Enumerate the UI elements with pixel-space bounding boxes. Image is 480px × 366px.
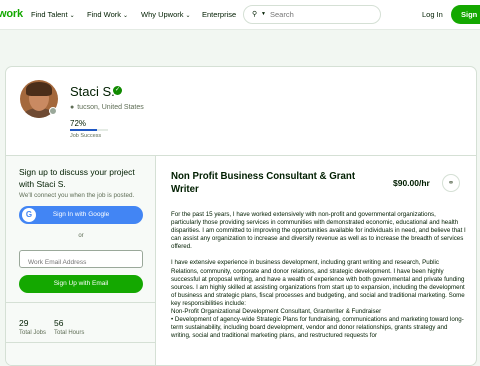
upwork-logo[interactable]: work xyxy=(0,8,23,20)
description-paragraph: For the past 15 years, I have worked ext… xyxy=(171,211,466,251)
signup-button[interactable]: Sign xyxy=(451,5,480,24)
chevron-down-icon[interactable]: ▼ xyxy=(261,11,266,17)
job-description: For the past 15 years, I have worked ext… xyxy=(171,211,467,340)
nav-find-talent[interactable]: Find Talent ⌄ xyxy=(31,10,75,19)
total-hours-label: Total Hours xyxy=(54,330,85,336)
signup-panel: Sign up to discuss your project with Sta… xyxy=(6,156,156,365)
description-line: Non-Profit Organizational Development Co… xyxy=(171,308,382,316)
chevron-down-icon: ⌄ xyxy=(123,13,129,19)
avatar-hair xyxy=(26,82,52,96)
location-pin-icon: ● xyxy=(70,104,75,111)
email-field-wrapper xyxy=(19,250,143,271)
job-success-label: Job Success xyxy=(70,133,102,139)
nav-enterprise[interactable]: Enterprise xyxy=(202,10,236,19)
job-success-value: 72% xyxy=(70,119,87,128)
nav-why-upwork-label: Why Upwork xyxy=(141,10,184,19)
nav-enterprise-label: Enterprise xyxy=(202,10,237,19)
search-input[interactable] xyxy=(270,7,370,22)
divider xyxy=(6,302,156,303)
location: ● tucson, United States xyxy=(70,104,144,111)
nav-find-talent-label: Find Talent xyxy=(31,10,68,19)
login-link[interactable]: Log In xyxy=(422,10,443,19)
total-jobs-value: 29 xyxy=(19,318,29,328)
total-jobs-label: Total Jobs xyxy=(19,330,47,336)
top-navigation: work Find Talent ⌄ Find Work ⌄ Why Upwork ⌄… xyxy=(0,0,480,30)
total-hours-value: 56 xyxy=(54,318,64,328)
email-field[interactable] xyxy=(20,254,142,271)
or-separator: or xyxy=(78,233,84,239)
description-paragraph: I have extensive experience in business … xyxy=(171,259,465,307)
nav-why-upwork[interactable]: Why Upwork ⌄ xyxy=(141,10,191,19)
signup-panel-subtitle: We'll connect you when the job is posted… xyxy=(19,192,135,199)
chevron-down-icon: ⌄ xyxy=(69,13,75,19)
freelancer-name: Staci S. xyxy=(70,84,115,99)
nav-find-work[interactable]: Find Work ⌄ xyxy=(87,10,128,19)
search-icon: ⚲ xyxy=(252,11,258,18)
job-title: Non Profit Business Consultant & Grant W… xyxy=(171,171,356,195)
nav-find-work-label: Find Work xyxy=(87,10,122,19)
description-bullet: • Development of agency-wide Strategic P… xyxy=(171,316,464,340)
verified-badge-icon: ✓ xyxy=(113,86,122,95)
job-success-bar-fill xyxy=(70,129,98,131)
divider xyxy=(6,342,156,343)
job-detail: Non Profit Business Consultant & Grant W… xyxy=(156,156,476,365)
offline-status-dot xyxy=(49,107,57,115)
search-box[interactable]: ⚲ ▼ xyxy=(243,5,381,24)
email-signup-button[interactable]: Sign Up with Email xyxy=(19,275,143,293)
signup-panel-title: Sign up to discuss your project with Sta… xyxy=(19,167,135,189)
hourly-rate: $90.00/hr xyxy=(393,178,430,188)
location-text: tucson, United States xyxy=(77,104,144,111)
copy-link-icon[interactable]: ⚭ xyxy=(442,174,460,192)
google-signin-label: Sign In with Google xyxy=(52,211,110,218)
job-success-bar xyxy=(70,129,108,131)
chevron-down-icon: ⌄ xyxy=(185,13,191,19)
freelancer-profile-card: Staci S. ✓ ● tucson, United States 72% Jo… xyxy=(5,66,477,366)
google-signin-button[interactable]: G Sign In with Google xyxy=(19,206,143,224)
